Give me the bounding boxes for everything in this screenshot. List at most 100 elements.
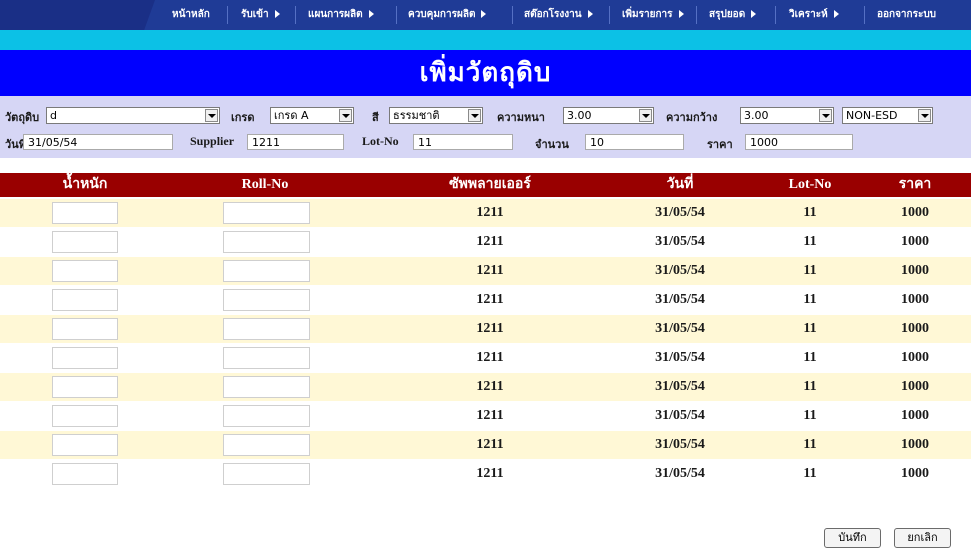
nav-item-factory-stock[interactable]: สต๊อกโรงงาน bbox=[524, 0, 593, 30]
supplier-cell: 1211 bbox=[476, 292, 504, 307]
weight-input[interactable] bbox=[52, 347, 118, 369]
date-cell: 31/05/54 bbox=[655, 292, 705, 307]
price-field[interactable]: 1000 bbox=[745, 134, 853, 150]
supplier-cell: 1211 bbox=[476, 466, 504, 481]
roll-no-input[interactable] bbox=[223, 405, 310, 427]
nav-separator bbox=[396, 6, 397, 24]
lot-no-cell: 11 bbox=[803, 408, 817, 423]
date-cell: 31/05/54 bbox=[655, 234, 705, 249]
supplier-field[interactable]: 1211 bbox=[247, 134, 344, 150]
weight-input[interactable] bbox=[52, 318, 118, 340]
table-row: 1211 31/05/54 11 1000 bbox=[0, 286, 971, 314]
esd-select[interactable]: NON-ESD bbox=[842, 107, 933, 124]
price-cell: 1000 bbox=[901, 437, 929, 452]
arrow-right-icon bbox=[751, 10, 757, 18]
nav-item-receive[interactable]: รับเข้า bbox=[241, 0, 280, 30]
price-cell: 1000 bbox=[901, 263, 929, 278]
quantity-field[interactable]: 10 bbox=[585, 134, 684, 150]
weight-input[interactable] bbox=[52, 463, 118, 485]
date-cell: 31/05/54 bbox=[655, 205, 705, 220]
thickness-select-value: 3.00 bbox=[567, 109, 592, 122]
roll-no-input[interactable] bbox=[223, 376, 310, 398]
nav-item-analysis[interactable]: วิเคราะห์ bbox=[789, 0, 839, 30]
lot-no-cell: 11 bbox=[803, 234, 817, 249]
roll-no-input[interactable] bbox=[223, 347, 310, 369]
cancel-button[interactable]: ยกเลิก bbox=[894, 528, 951, 548]
table-header: น้ำหนัก Roll-No ซัพพลายเออร์ วันที่ Lot-… bbox=[0, 173, 971, 197]
lot-no-cell: 11 bbox=[803, 205, 817, 220]
column-header-price: ราคา bbox=[898, 177, 932, 192]
supplier-label: Supplier bbox=[190, 134, 235, 148]
supplier-cell: 1211 bbox=[476, 350, 504, 365]
roll-no-input[interactable] bbox=[223, 260, 310, 282]
nav-separator bbox=[775, 6, 776, 24]
weight-input[interactable] bbox=[52, 434, 118, 456]
arrow-right-icon bbox=[481, 10, 487, 18]
column-header-roll-no: Roll-No bbox=[241, 177, 289, 192]
nav-item-label: แผนการผลิต bbox=[308, 9, 363, 20]
nav-item-label: สต๊อกโรงงาน bbox=[524, 9, 582, 20]
chevron-down-icon bbox=[639, 109, 652, 122]
table-row: 1211 31/05/54 11 1000 bbox=[0, 315, 971, 343]
roll-no-input[interactable] bbox=[223, 318, 310, 340]
supplier-cell: 1211 bbox=[476, 234, 504, 249]
date-cell: 31/05/54 bbox=[655, 350, 705, 365]
material-label: วัตถุดิบ bbox=[5, 111, 40, 124]
weight-input[interactable] bbox=[52, 231, 118, 253]
date-cell: 31/05/54 bbox=[655, 379, 705, 394]
material-select[interactable]: d bbox=[46, 107, 220, 124]
roll-no-input[interactable] bbox=[223, 434, 310, 456]
save-button[interactable]: บันทึก bbox=[824, 528, 881, 548]
nav-item-production-plan[interactable]: แผนการผลิต bbox=[308, 0, 374, 30]
date-cell: 31/05/54 bbox=[655, 321, 705, 336]
nav-item-summary[interactable]: สรุปยอด bbox=[709, 0, 757, 30]
date-cell: 31/05/54 bbox=[655, 437, 705, 452]
chevron-down-icon bbox=[205, 109, 218, 122]
color-select[interactable]: ธรรมชาติ bbox=[389, 107, 483, 124]
nav-item-label: ควบคุมการผลิต bbox=[408, 9, 476, 20]
roll-no-input[interactable] bbox=[223, 231, 310, 253]
page-title: เพิ่มวัตถุดิบ bbox=[0, 50, 971, 96]
weight-input[interactable] bbox=[52, 289, 118, 311]
nav-item-label: ออกจากระบบ bbox=[877, 9, 937, 20]
nav-item-add-item[interactable]: เพิ่มรายการ bbox=[622, 0, 684, 30]
filter-panel: วัตถุดิบ d เกรด เกรด A สี ธรรมชาติ ความห… bbox=[0, 96, 971, 158]
arrow-right-icon bbox=[274, 10, 280, 18]
weight-input[interactable] bbox=[52, 202, 118, 224]
roll-no-input[interactable] bbox=[223, 463, 310, 485]
roll-no-input[interactable] bbox=[223, 202, 310, 224]
date-cell: 31/05/54 bbox=[655, 466, 705, 481]
price-cell: 1000 bbox=[901, 379, 929, 394]
accent-strip bbox=[0, 30, 971, 50]
material-select-value: d bbox=[50, 109, 57, 122]
date-cell: 31/05/54 bbox=[655, 408, 705, 423]
supplier-cell: 1211 bbox=[476, 437, 504, 452]
nav-separator bbox=[696, 6, 697, 24]
thickness-select[interactable]: 3.00 bbox=[563, 107, 654, 124]
nav-item-logout[interactable]: ออกจากระบบ bbox=[877, 0, 936, 30]
top-navigation: หน้าหลัก รับเข้า แผนการผลิต ควบคุมการผลิ… bbox=[0, 0, 971, 30]
grade-label: เกรด bbox=[231, 111, 255, 124]
lot-field[interactable]: 11 bbox=[413, 134, 513, 150]
nav-item-label: เพิ่มรายการ bbox=[622, 9, 673, 20]
weight-input[interactable] bbox=[52, 376, 118, 398]
chevron-down-icon bbox=[468, 109, 481, 122]
nav-item-home[interactable]: หน้าหลัก bbox=[172, 0, 210, 30]
nav-item-production-control[interactable]: ควบคุมการผลิต bbox=[408, 0, 487, 30]
width-select[interactable]: 3.00 bbox=[740, 107, 834, 124]
column-header-supplier: ซัพพลายเออร์ bbox=[449, 177, 531, 192]
roll-no-input[interactable] bbox=[223, 289, 310, 311]
weight-input[interactable] bbox=[52, 405, 118, 427]
chevron-down-icon bbox=[819, 109, 832, 122]
arrow-right-icon bbox=[368, 10, 374, 18]
table-row: 1211 31/05/54 11 1000 bbox=[0, 373, 971, 401]
grade-select[interactable]: เกรด A bbox=[270, 107, 354, 124]
weight-input[interactable] bbox=[52, 260, 118, 282]
nav-separator bbox=[295, 6, 296, 24]
price-cell: 1000 bbox=[901, 234, 929, 249]
supplier-cell: 1211 bbox=[476, 205, 504, 220]
table-row: 1211 31/05/54 11 1000 bbox=[0, 431, 971, 459]
arrow-right-icon bbox=[587, 10, 593, 18]
date-field[interactable]: 31/05/54 bbox=[23, 134, 173, 150]
table-row: 1211 31/05/54 11 1000 bbox=[0, 199, 971, 227]
